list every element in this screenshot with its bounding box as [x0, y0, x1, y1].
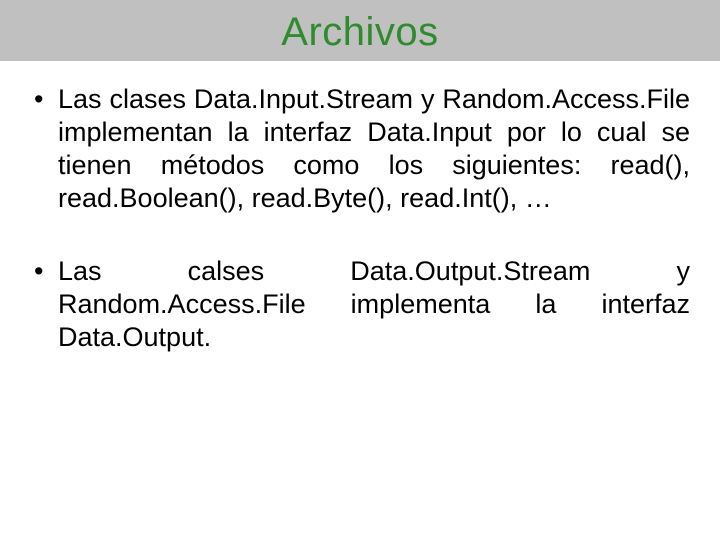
list-item: Las calses Data.Output.Stream y Random.A… — [30, 255, 690, 354]
bullet-text: Las clases Data.Input.Stream y Random.Ac… — [58, 84, 690, 213]
bullet-text: Las calses Data.Output.Stream y Random.A… — [58, 256, 690, 352]
slide-title: Archivos — [281, 10, 438, 54]
title-bar: Archivos — [0, 0, 720, 61]
bullet-list: Las clases Data.Input.Stream y Random.Ac… — [30, 83, 690, 354]
slide-content: Las clases Data.Input.Stream y Random.Ac… — [0, 61, 720, 354]
list-item: Las clases Data.Input.Stream y Random.Ac… — [30, 83, 690, 215]
